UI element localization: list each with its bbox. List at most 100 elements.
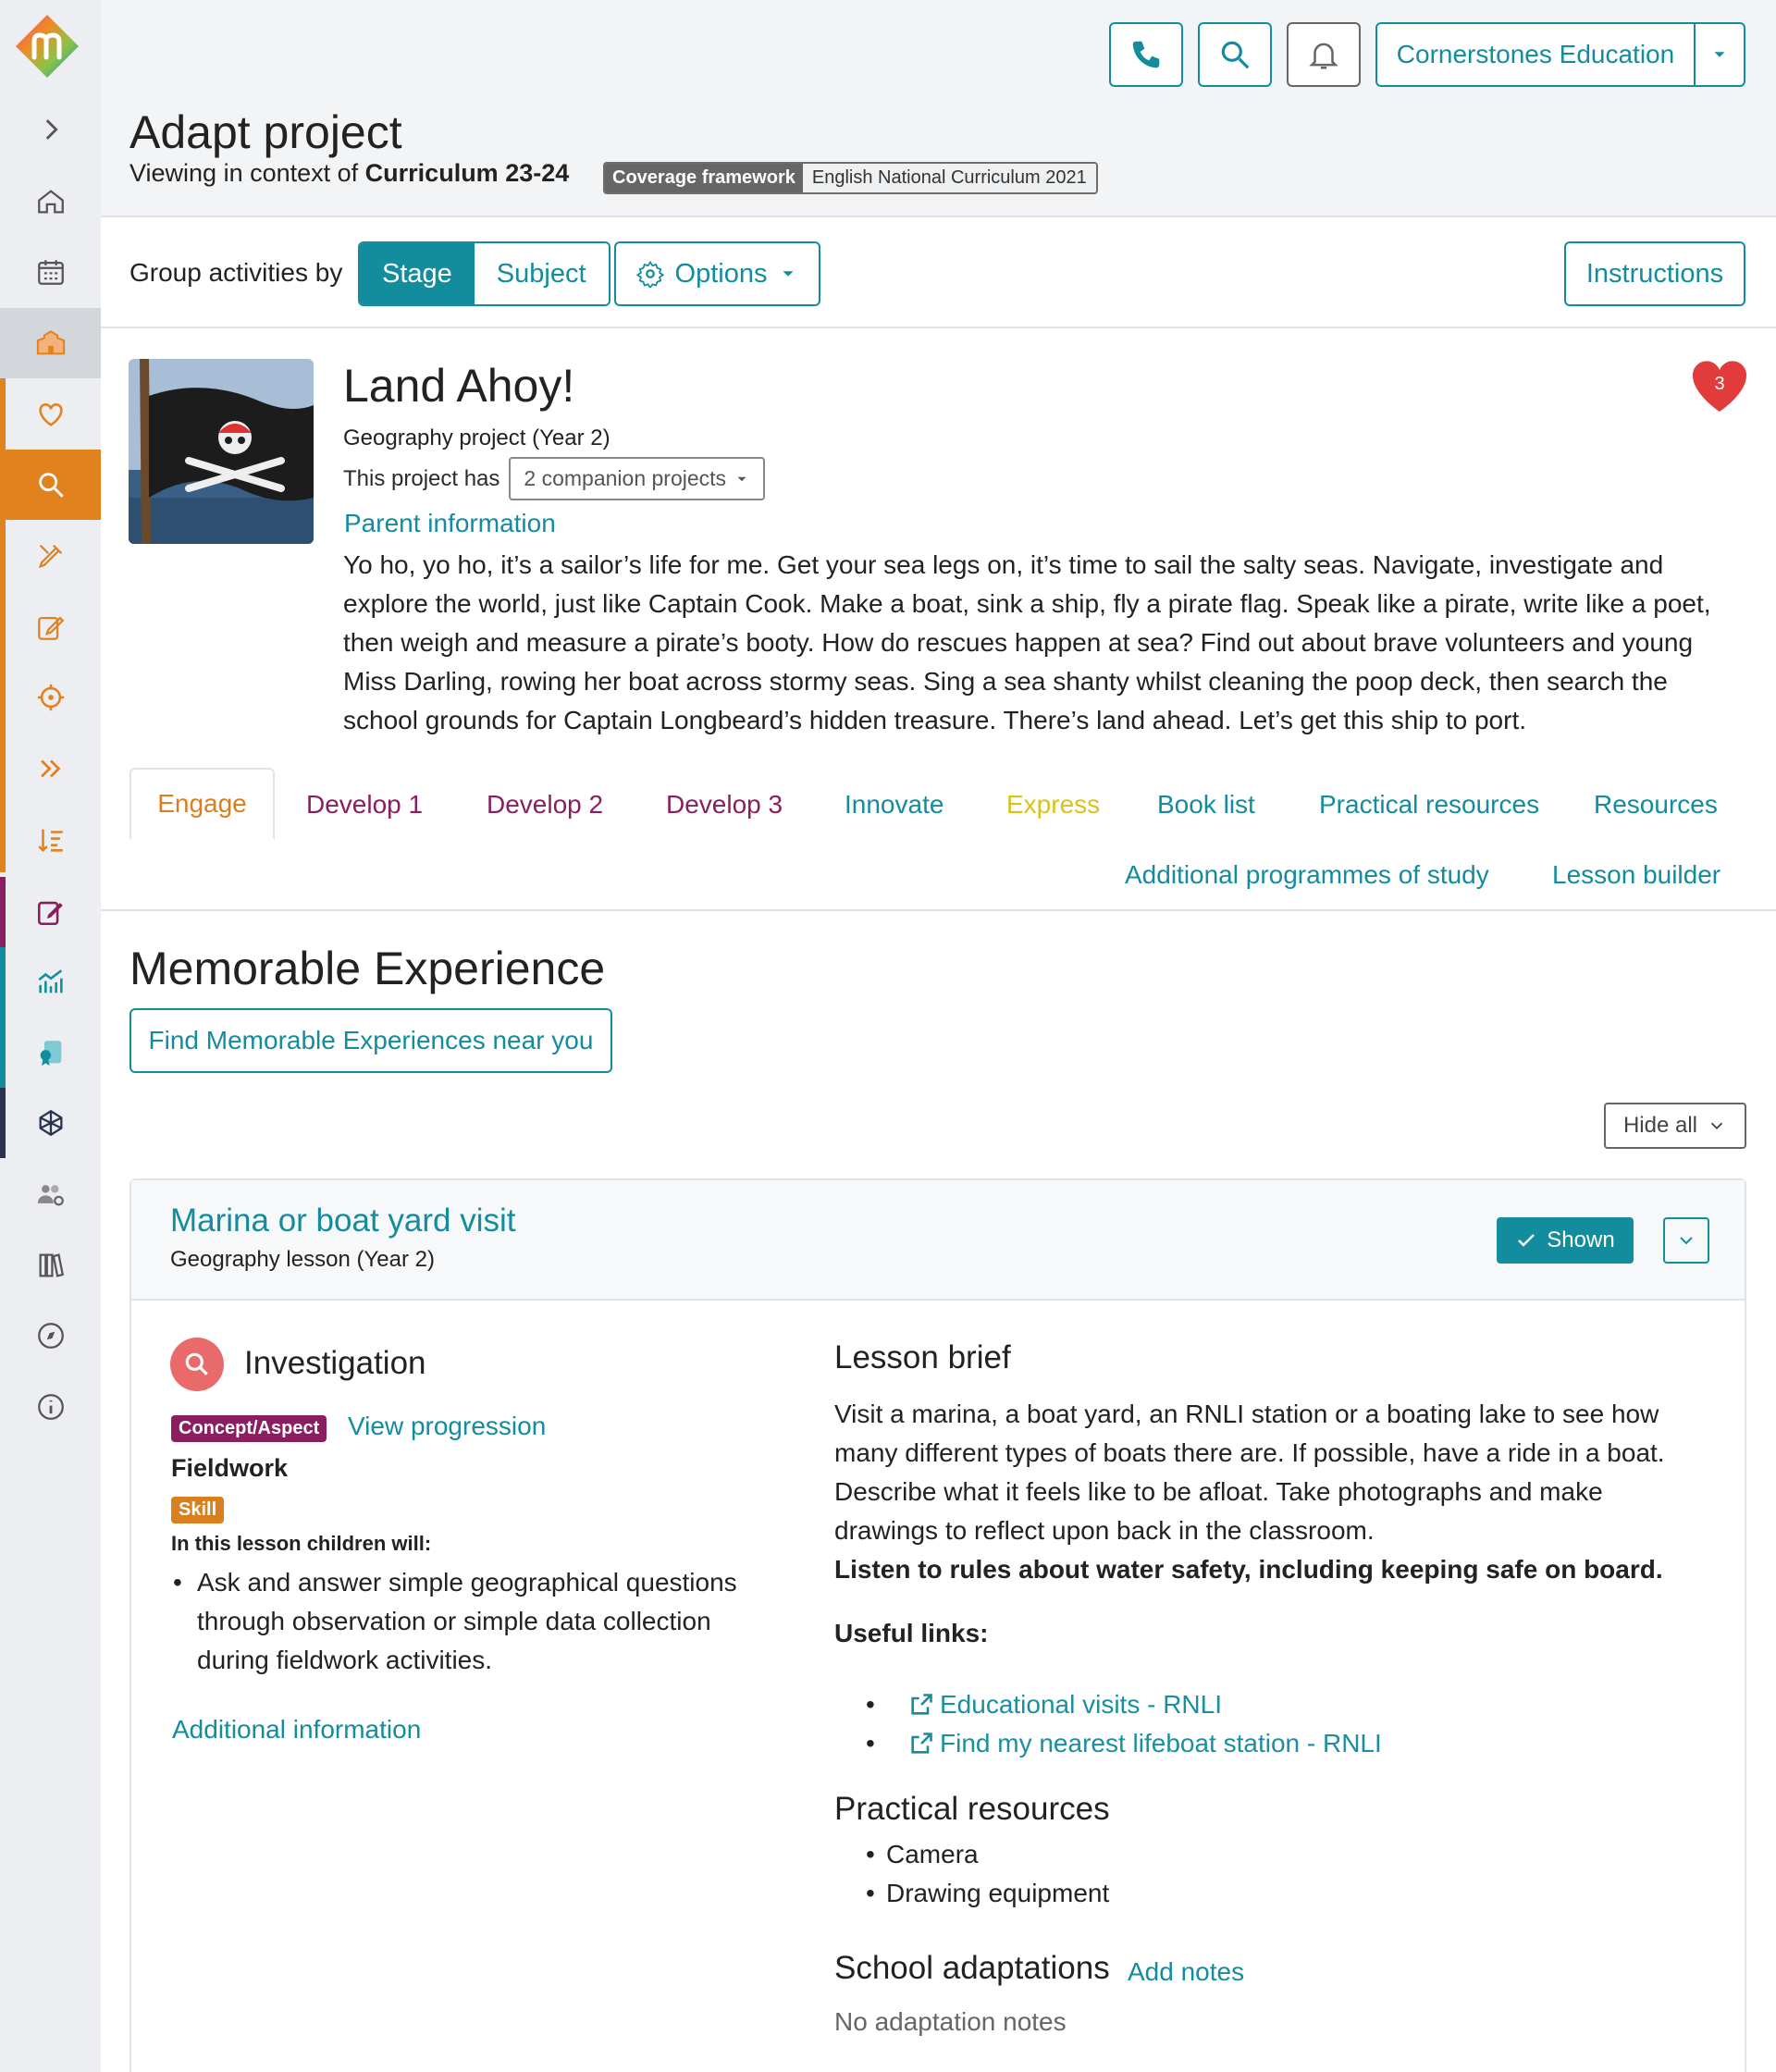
- phone-icon: [1132, 41, 1160, 68]
- hide-all-label: Hide all: [1622, 1113, 1698, 1138]
- sidebar-item-calendar[interactable]: [0, 237, 101, 307]
- shown-toggle-button[interactable]: Shown: [1497, 1217, 1634, 1264]
- sidebar-item-progress[interactable]: [0, 734, 101, 804]
- group-stage-button[interactable]: Stage: [360, 243, 475, 304]
- sidebar-item-certificates[interactable]: [0, 1018, 101, 1088]
- sidebar-item-search[interactable]: [0, 450, 101, 520]
- educational-visits-link[interactable]: Educational visits - RNLI: [940, 1685, 1222, 1724]
- practical-resources-list: Camera Drawing equipment: [866, 1835, 1109, 1913]
- library-icon: [39, 1253, 64, 1277]
- double-chevron-icon: [40, 759, 61, 778]
- tab-additional-programmes[interactable]: Additional programmes of study: [1125, 860, 1489, 890]
- lesson-brief-safety: Listen to rules about water safety, incl…: [834, 1555, 1663, 1584]
- favourite-button[interactable]: 3: [1691, 359, 1748, 414]
- lesson-brief-text: Visit a marina, a boat yard, an RNLI sta…: [834, 1400, 1665, 1545]
- tab-develop-3[interactable]: Develop 3: [666, 790, 783, 820]
- sidebar-item-design[interactable]: [0, 521, 101, 591]
- tab-engage[interactable]: Engage: [130, 768, 275, 840]
- hide-all-button[interactable]: Hide all: [1604, 1103, 1746, 1149]
- coverage-framework-badge: Coverage framework English National Curr…: [603, 162, 1098, 194]
- notifications-button[interactable]: [1287, 22, 1361, 87]
- search-button[interactable]: [1198, 22, 1272, 87]
- investigation-badge: [170, 1338, 224, 1391]
- practical-resources-title: Practical resources: [834, 1791, 1110, 1827]
- shown-label: Shown: [1547, 1227, 1615, 1252]
- sidebar-item-favourites[interactable]: [0, 379, 101, 450]
- page-header: Cornerstones Education Adapt project Vie…: [101, 0, 1776, 217]
- sidebar-item-home[interactable]: [0, 166, 101, 237]
- list-item: Find my nearest lifeboat station - RNLI: [866, 1724, 1382, 1763]
- stage-tabs: Engage Develop 1 Develop 2 Develop 3 Inn…: [101, 768, 1776, 911]
- project-title: Land Ahoy!: [343, 360, 575, 412]
- parent-information-link[interactable]: Parent information: [344, 509, 556, 538]
- objectives-list: Ask and answer simple geographical quest…: [171, 1563, 745, 1680]
- chevron-down-icon: [1710, 1122, 1723, 1130]
- search-icon: [38, 473, 64, 498]
- tab-practical-resources[interactable]: Practical resources: [1319, 790, 1539, 820]
- sidebar-item-analytics[interactable]: [0, 947, 101, 1018]
- options-button[interactable]: Options: [614, 241, 820, 306]
- app-logo[interactable]: [14, 13, 80, 80]
- certificate-icon: [40, 1041, 61, 1067]
- expand-sidebar-button[interactable]: [0, 94, 101, 165]
- external-link-icon: [911, 1694, 932, 1715]
- project-image: [129, 359, 314, 544]
- lesson-card: Marina or boat yard visit Geography less…: [130, 1178, 1746, 2072]
- check-icon: [1518, 1234, 1536, 1247]
- add-notes-link[interactable]: Add notes: [1128, 1957, 1244, 1987]
- group-subject-button[interactable]: Subject: [474, 243, 609, 304]
- objectives-label: In this lesson children will:: [171, 1532, 432, 1555]
- tab-innovate[interactable]: Innovate: [845, 790, 944, 820]
- note-icon: [37, 901, 63, 926]
- favourite-count: 3: [1714, 374, 1725, 394]
- sidebar-item-info[interactable]: [0, 1372, 101, 1442]
- context-line: Viewing in context of Curriculum 23-24: [130, 159, 569, 188]
- project-subtitle: Geography project (Year 2): [343, 426, 610, 450]
- sidebar-item-users[interactable]: [0, 1159, 101, 1229]
- org-dropdown-toggle[interactable]: [1694, 24, 1744, 85]
- gear-icon: [635, 260, 664, 288]
- sidebar-item-notes[interactable]: [0, 877, 101, 947]
- list-item: Ask and answer simple geographical quest…: [171, 1563, 745, 1680]
- tab-book-list[interactable]: Book list: [1157, 790, 1255, 820]
- page-title: Adapt project: [130, 106, 402, 158]
- companion-projects-dropdown[interactable]: 2 companion projects: [509, 457, 766, 500]
- tab-express[interactable]: Express: [1006, 790, 1100, 820]
- find-memorable-experiences-button[interactable]: Find Memorable Experiences near you: [130, 1008, 612, 1073]
- companion-prefix: This project has: [343, 465, 500, 491]
- sidebar-item-library[interactable]: [0, 1230, 101, 1301]
- sort-icon: [37, 829, 63, 853]
- no-adaptation-notes: No adaptation notes: [834, 2007, 1067, 2036]
- tab-develop-2[interactable]: Develop 2: [487, 790, 603, 820]
- tab-resources[interactable]: Resources: [1594, 790, 1718, 820]
- context-prefix: Viewing in context of: [130, 159, 359, 187]
- bell-icon: [1309, 43, 1338, 69]
- org-switcher[interactable]: Cornerstones Education: [1375, 22, 1745, 87]
- sidebar-item-explore[interactable]: [0, 1301, 101, 1371]
- project-description: Yo ho, yo ho, it’s a sailor’s life for m…: [343, 550, 1711, 734]
- tab-lesson-builder[interactable]: Lesson builder: [1552, 860, 1720, 890]
- lesson-title-link[interactable]: Marina or boat yard visit: [170, 1202, 515, 1240]
- tab-develop-1[interactable]: Develop 1: [306, 790, 423, 820]
- fieldwork-label: Fieldwork: [171, 1454, 289, 1482]
- chart-icon: [37, 969, 63, 993]
- sidebar-item-network[interactable]: [0, 1088, 101, 1158]
- nearest-lifeboat-link[interactable]: Find my nearest lifeboat station - RNLI: [940, 1724, 1382, 1763]
- chevron-right-icon: [45, 119, 58, 140]
- sidebar-item-adapt[interactable]: [0, 592, 101, 662]
- coverage-value: English National Curriculum 2021: [802, 164, 1096, 192]
- list-item: Educational visits - RNLI: [866, 1685, 1382, 1724]
- heart-icon: [38, 403, 63, 426]
- instructions-button[interactable]: Instructions: [1564, 241, 1745, 306]
- caret-down-icon: [737, 476, 746, 481]
- phone-button[interactable]: [1109, 22, 1183, 87]
- expand-lesson-button[interactable]: [1663, 1217, 1709, 1264]
- lesson-subtitle: Geography lesson (Year 2): [170, 1247, 435, 1272]
- sidebar-item-school[interactable]: [0, 308, 101, 378]
- additional-information-link[interactable]: Additional information: [172, 1715, 421, 1745]
- sidebar-item-sort[interactable]: [0, 805, 101, 875]
- sidebar-item-target[interactable]: [0, 662, 101, 733]
- view-progression-link[interactable]: View progression: [348, 1412, 546, 1441]
- chevron-down-icon: [1680, 1237, 1693, 1245]
- info-icon: [37, 1394, 64, 1420]
